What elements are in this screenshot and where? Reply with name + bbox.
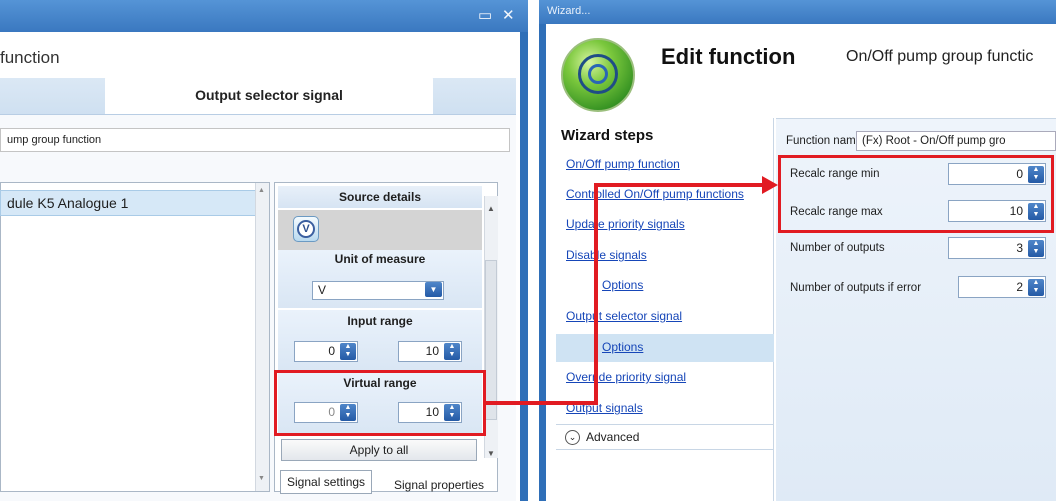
connector-line bbox=[486, 183, 768, 405]
connector-arrow bbox=[486, 176, 778, 405]
arrow-head-icon bbox=[762, 176, 778, 194]
